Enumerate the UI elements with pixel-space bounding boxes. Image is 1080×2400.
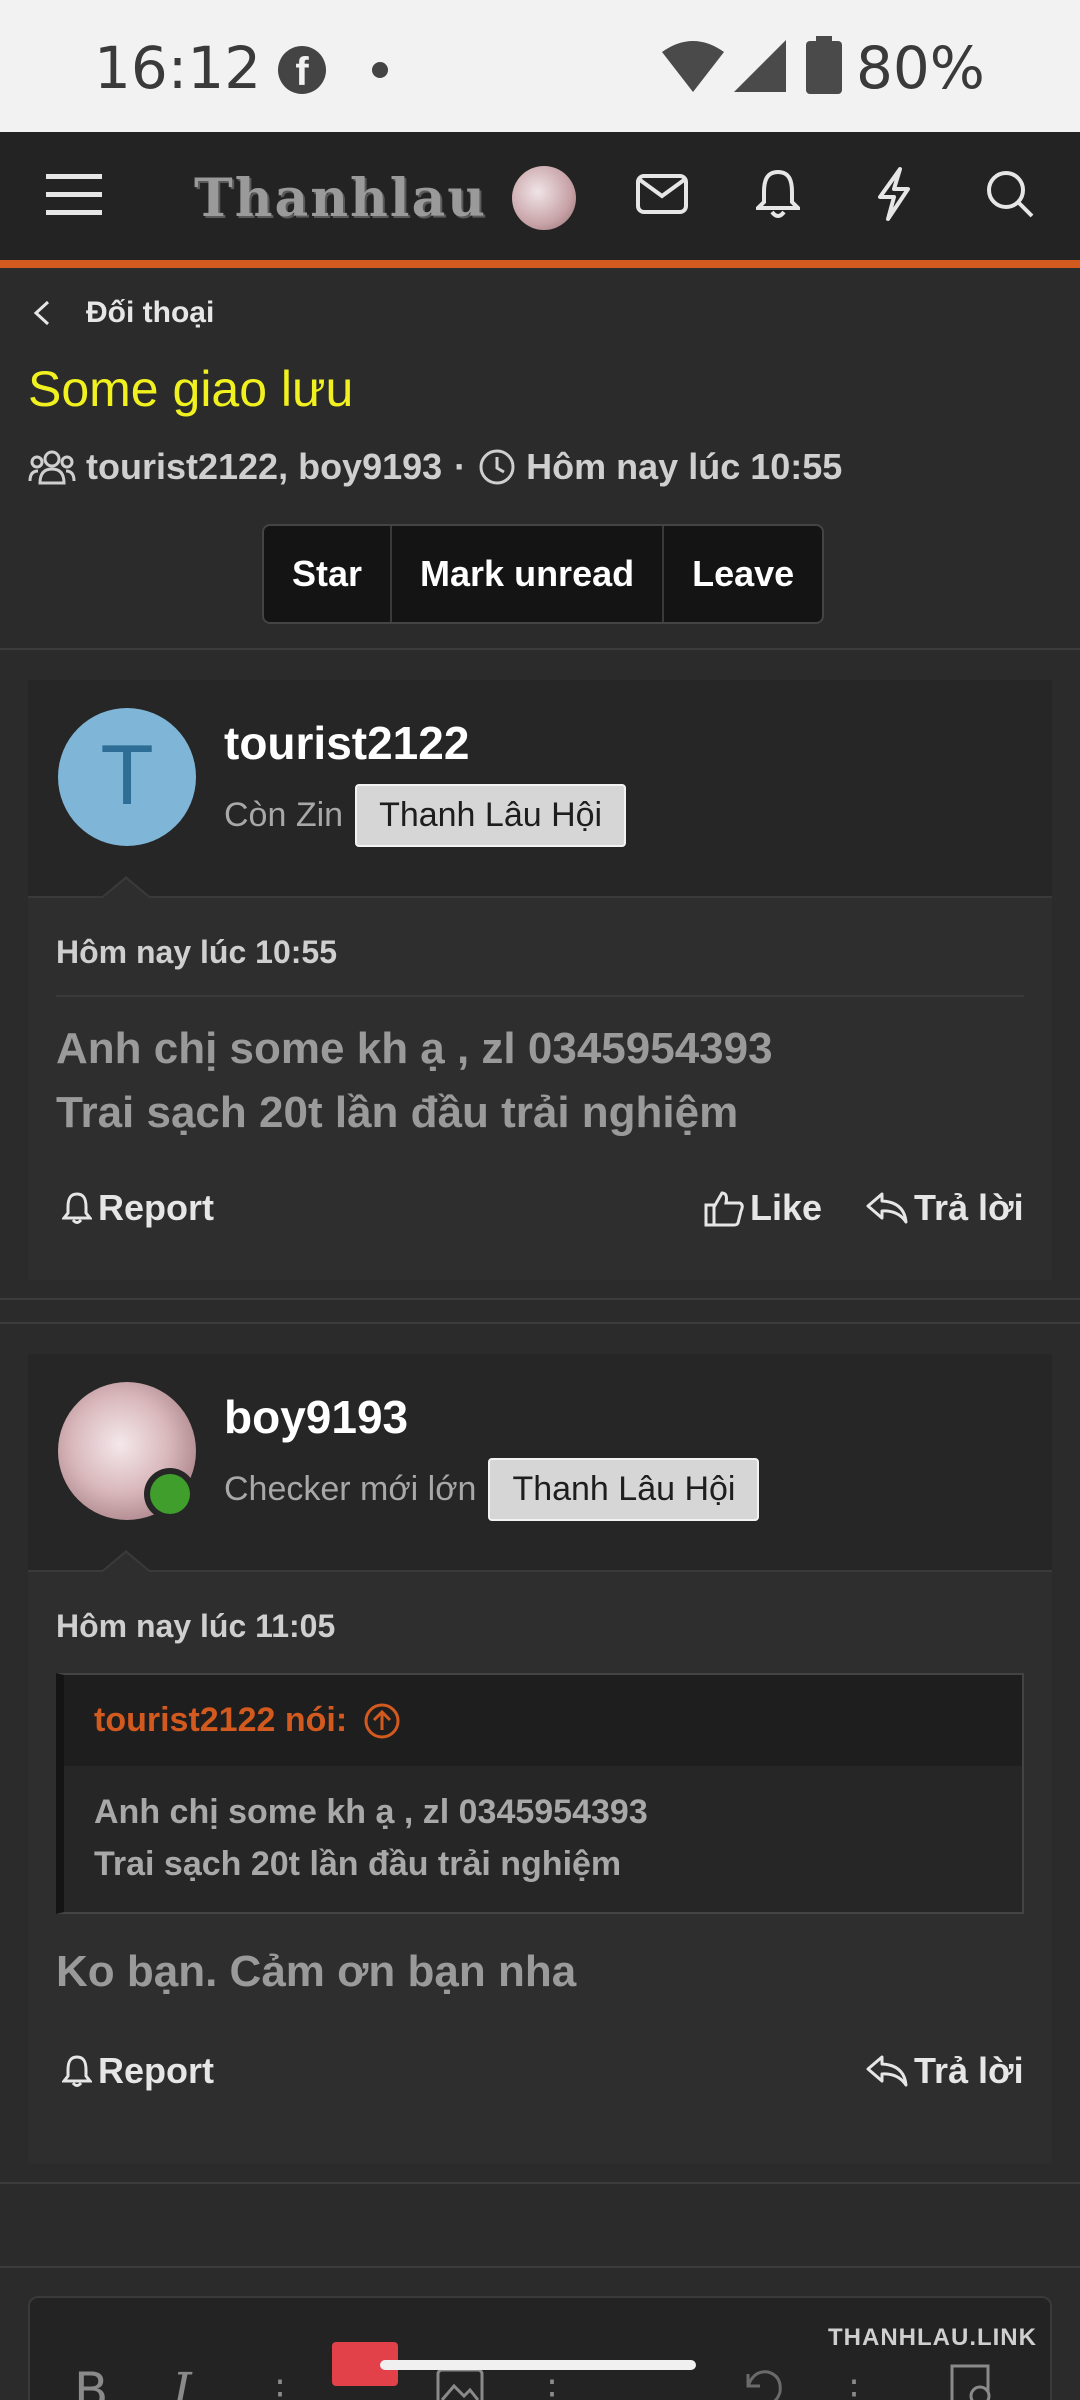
arrow-up-circle-icon[interactable] <box>363 1702 401 1740</box>
section-divider <box>0 648 1080 650</box>
users-icon <box>28 450 76 485</box>
signal-icon <box>734 40 786 92</box>
italic-button[interactable]: I <box>172 2362 192 2400</box>
status-bar: 16:12 f 80% <box>0 0 1080 132</box>
reply-icon <box>866 1192 908 1224</box>
image-icon[interactable] <box>436 2368 484 2400</box>
message-actions: Report Trả lời <box>28 2004 1052 2154</box>
notification-dot-icon <box>372 62 388 78</box>
message-date[interactable]: Hôm nay lúc 10:55 <box>56 898 1024 997</box>
search-icon[interactable] <box>978 162 1042 226</box>
more-options-icon[interactable]: ⋮ <box>262 2372 298 2400</box>
breadcrumb[interactable]: Đối thoại <box>28 296 214 330</box>
quote-header[interactable]: tourist2122 nói: <box>64 1675 1022 1766</box>
menu-icon[interactable] <box>42 162 106 226</box>
battery-percent: 80% <box>856 34 985 102</box>
quote-line: Anh chị some kh ạ , zl 0345954393 <box>94 1793 648 1831</box>
quote-line: Trai sạch 20t lần đầu trải nghiệm <box>94 1845 622 1883</box>
reply-icon <box>866 2055 908 2087</box>
message-actions: Report Like Trả lời <box>28 1145 1052 1265</box>
bell-icon[interactable] <box>746 162 810 226</box>
bold-button[interactable]: B <box>74 2362 108 2400</box>
message-line: Trai sạch 20t lần đầu trải nghiệm <box>56 1088 739 1137</box>
lightning-icon[interactable] <box>862 162 926 226</box>
bell-icon <box>62 1192 92 1224</box>
username[interactable]: boy9193 <box>224 1390 408 1444</box>
avatar[interactable]: T <box>58 708 196 846</box>
conversation-actions: Star Mark unread Leave <box>262 524 825 624</box>
like-button[interactable]: Like <box>704 1187 822 1229</box>
conversation-meta: tourist2122, boy9193 · Hôm nay lúc 10:55 <box>28 446 842 488</box>
leave-button[interactable]: Leave <box>664 526 822 622</box>
watermark: THANHLAU.LINK <box>828 2324 1037 2351</box>
thumbs-up-icon <box>704 1191 744 1227</box>
user-title-row: Checker mới lớn Thanh Lâu Hội <box>224 1458 760 1521</box>
section-divider <box>0 2182 1080 2184</box>
user-title-row: Còn Zin Thanh Lâu Hội <box>224 784 627 847</box>
message-card: T tourist2122 Còn Zin Thanh Lâu Hội Hôm … <box>28 680 1052 1280</box>
user-banner: Thanh Lâu Hội <box>488 1458 760 1521</box>
facebook-notification-icon: f <box>278 46 326 94</box>
quote-block: tourist2122 nói: Anh chị some kh ạ , zl … <box>56 1673 1024 1914</box>
undo-icon[interactable] <box>738 2364 786 2400</box>
chevron-left-icon <box>33 300 50 326</box>
user-banner: Thanh Lâu Hội <box>355 784 627 847</box>
section-divider <box>0 1298 1080 1300</box>
preview-icon[interactable] <box>948 2364 1002 2400</box>
breadcrumb-label: Đối thoại <box>86 296 215 329</box>
gesture-home-bar[interactable] <box>380 2360 696 2370</box>
message-card: boy9193 Checker mới lớn Thanh Lâu Hội Hô… <box>28 1354 1052 2164</box>
report-button[interactable]: Report <box>62 1187 214 1229</box>
user-avatar[interactable] <box>512 166 576 230</box>
user-title: Còn Zin <box>224 796 344 834</box>
quote-body: Anh chị some kh ạ , zl 0345954393 Trai s… <box>64 1766 1022 1912</box>
mark-unread-button[interactable]: Mark unread <box>392 526 665 622</box>
section-divider <box>0 2266 1080 2268</box>
battery-icon <box>806 36 842 94</box>
message-text: Ko bạn. Cảm ơn bạn nha <box>56 1947 577 1996</box>
top-navbar: Thanhlau <box>0 132 1080 268</box>
wifi-icon <box>662 41 724 92</box>
message-header: T tourist2122 Còn Zin Thanh Lâu Hội <box>28 680 1052 898</box>
section-divider <box>0 1322 1080 1324</box>
report-button[interactable]: Report <box>62 2050 214 2092</box>
reply-button[interactable]: Trả lời <box>866 1187 1024 1229</box>
message-header: boy9193 Checker mới lớn Thanh Lâu Hội <box>28 1354 1052 1572</box>
site-logo[interactable]: Thanhlau <box>194 168 487 229</box>
quote-author: tourist2122 nói: <box>94 1701 348 1739</box>
participants[interactable]: tourist2122, boy9193 <box>86 446 442 488</box>
more-options-icon[interactable]: ⋮ <box>836 2372 872 2400</box>
inbox-icon[interactable] <box>630 162 694 226</box>
page-title: Some giao lưu <box>28 361 354 417</box>
message-date[interactable]: Hôm nay lúc 11:05 <box>56 1572 1024 1645</box>
message-text: Anh chị some kh ạ , zl 0345954393 Trai s… <box>56 997 1024 1145</box>
status-time: 16:12 <box>94 34 262 102</box>
bell-icon <box>62 2055 92 2087</box>
message-line: Anh chị some kh ạ , zl 0345954393 <box>56 1024 773 1073</box>
online-indicator-icon <box>144 1468 196 1520</box>
user-title: Checker mới lớn <box>224 1470 477 1508</box>
more-options-icon[interactable]: ⋮ <box>534 2372 570 2400</box>
username[interactable]: tourist2122 <box>224 716 469 770</box>
star-button[interactable]: Star <box>264 526 393 622</box>
start-date: Hôm nay lúc 10:55 <box>526 446 843 487</box>
clock-icon <box>479 449 515 485</box>
reply-button[interactable]: Trả lời <box>866 2050 1024 2092</box>
